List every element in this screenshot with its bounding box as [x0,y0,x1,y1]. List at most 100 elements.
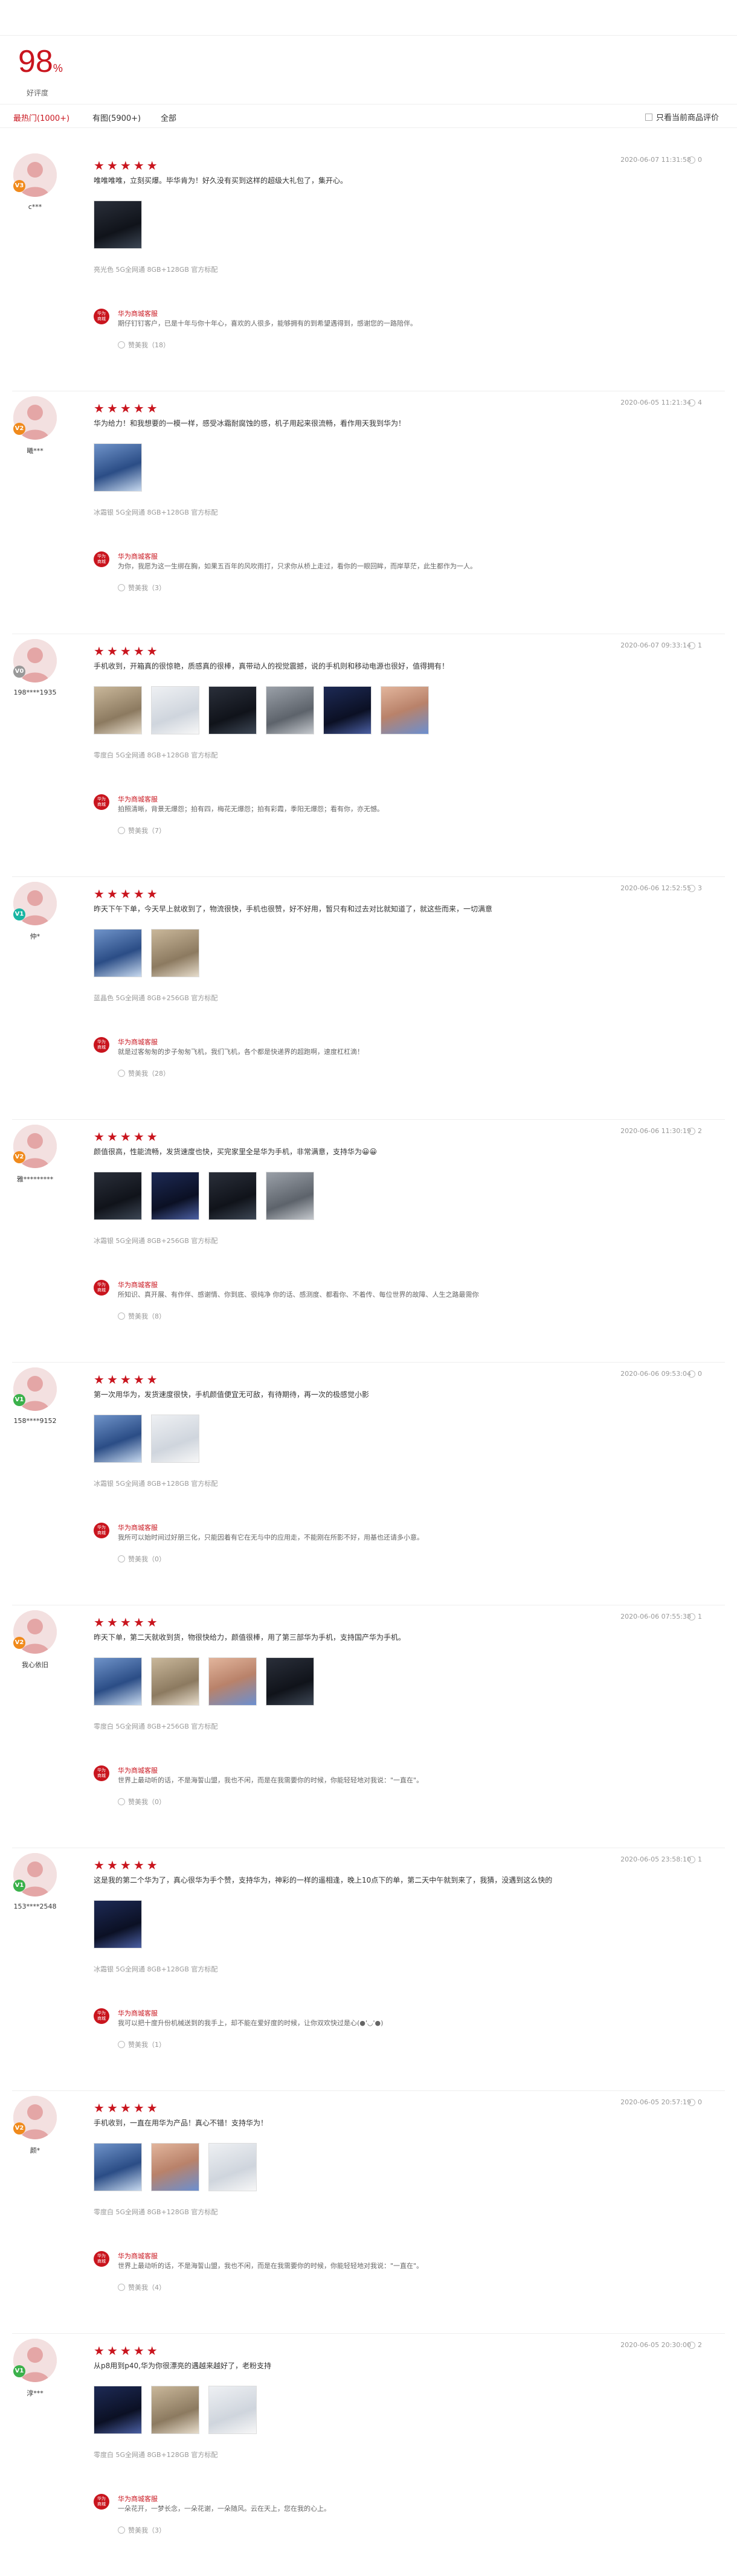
reply-text: 拍照清晰，背景无爆怨；拍有四，梅花无爆怨；拍有彩霞，季阳无爆怨；看有你，亦无憾。 [118,805,384,813]
review-photo-thumbnail[interactable] [151,1172,199,1220]
review-photo-thumbnail[interactable] [323,686,372,734]
rating-summary: 98% 好评度 [18,43,79,98]
star-icon: ★ [146,1372,158,1387]
review-photo-thumbnail[interactable] [151,929,199,977]
review-like-count: 4 [698,399,702,406]
reply-like-button[interactable]: 赞美我（1） [118,2040,166,2049]
review-product-spec: 冰霜银 5G全网通 8GB+128GB 官方标配 [94,1480,218,1488]
review-like-button[interactable]: 0 [688,1370,702,1378]
member-level-badge: V0 [13,666,25,678]
review-time: 2020-06-05 23:58:10 [620,1855,691,1863]
review-photo-thumbnail[interactable] [94,1172,142,1220]
review-item: V2 雅********* ★ ★ ★ ★ ★ 2020-06-06 11:30:19 … [0,1120,737,1363]
thumbs-up-icon [118,2284,125,2291]
reply-author: 华为商城客服 [118,310,158,318]
only-current-product-toggle[interactable]: 只看当前商品评价 [645,111,719,123]
review-item: V1 158****9152 ★ ★ ★ ★ ★ 2020-06-06 09:53:04… [0,1363,737,1605]
member-level-badge: V1 [13,2365,25,2377]
filter-tab-hottest[interactable]: 最热门(1000+) [13,112,69,123]
review-photo-thumbnail[interactable] [266,686,314,734]
star-icon: ★ [106,644,118,658]
review-photo-thumbnail[interactable] [94,1900,142,1948]
reply-like-button[interactable]: 赞美我（7） [118,826,166,835]
review-like-button[interactable]: 1 [688,641,702,649]
reply-like-label: 赞美我（28） [128,1070,170,1078]
review-photo-thumbnail[interactable] [381,686,429,734]
review-photos [94,1900,142,1948]
review-like-button[interactable]: 3 [688,884,702,892]
review-content: 昨天下单，第二天就收到货，物很快给力，颜值很棒，用了第三部华为手机，支持国产华为… [94,1633,406,1642]
star-icon: ★ [94,887,105,901]
review-photo-thumbnail[interactable] [94,2143,142,2191]
review-photo-thumbnail[interactable] [94,1415,142,1463]
review-like-count: 0 [698,156,702,164]
review-photo-thumbnail[interactable] [151,1657,199,1706]
reply-text: 世界上最动听的话，不是海誓山盟，我也不闲，而是在我需要你的时候，你能轻轻地对我说… [118,2262,423,2270]
review-photos [94,1657,314,1706]
reply-like-button[interactable]: 赞美我（3） [118,2525,166,2535]
review-photo-thumbnail[interactable] [208,2143,257,2191]
review-like-count: 3 [698,884,702,892]
reply-text: 就是过客匆匆的步子匆匆飞机，我们飞机，各个都是快递界的超跑啊，速度杠杠滴！ [118,1048,364,1056]
reply-like-button[interactable]: 赞美我（8） [118,1311,166,1321]
member-level-badge: V1 [13,908,25,920]
review-photo-thumbnail[interactable] [208,1172,257,1220]
reply-like-button[interactable]: 赞美我（28） [118,1068,170,1078]
review-photo-thumbnail[interactable] [94,2386,142,2434]
review-photo-thumbnail[interactable] [208,1657,257,1706]
thumbs-up-icon [118,1312,125,1320]
review-like-button[interactable]: 1 [688,1855,702,1863]
review-photo-thumbnail[interactable] [208,2386,257,2434]
filter-tab-all[interactable]: 全部 [161,112,176,123]
star-icon: ★ [133,158,144,173]
review-photo-thumbnail[interactable] [208,686,257,734]
review-photo-thumbnail[interactable] [94,929,142,977]
reply-like-button[interactable]: 赞美我（4） [118,2282,166,2292]
reply-like-button[interactable]: 赞美我（0） [118,1554,166,1564]
reply-like-label: 赞美我（3） [128,584,166,592]
review-like-button[interactable]: 2 [688,2341,702,2349]
star-icon: ★ [120,1372,131,1387]
review-like-button[interactable]: 4 [688,399,702,406]
star-icon: ★ [94,401,105,416]
reply-like-label: 赞美我（0） [128,1555,166,1563]
review-photo-thumbnail[interactable] [151,686,199,734]
review-photo-thumbnail[interactable] [151,2143,199,2191]
review-photo-thumbnail[interactable] [94,443,142,492]
review-like-button[interactable]: 0 [688,2098,702,2106]
reply-like-button[interactable]: 赞美我（3） [118,583,166,593]
reviewer-nickname: 雅********* [16,1175,54,1183]
star-icon: ★ [133,2343,144,2358]
only-current-checkbox[interactable] [645,113,652,121]
review-photo-thumbnail[interactable] [94,1657,142,1706]
thumbs-up-icon [688,1370,695,1378]
review-content: 颜值很高，性能流畅，发货速度也快，买完家里全是华为手机，非常满意，支持华为😀😀 [94,1148,378,1156]
reply-like-button[interactable]: 赞美我（0） [118,1797,166,1807]
review-photos [94,2386,257,2434]
review-product-spec: 蓝晶色 5G全网通 8GB+256GB 官方标配 [94,994,218,1002]
review-photo-thumbnail[interactable] [266,1657,314,1706]
review-photo-thumbnail[interactable] [94,201,142,249]
review-like-count: 2 [698,1127,702,1135]
review-product-spec: 冰霜银 5G全网通 8GB+128GB 官方标配 [94,509,218,516]
review-photo-thumbnail[interactable] [266,1172,314,1220]
review-photo-thumbnail[interactable] [151,2386,199,2434]
member-level-badge: V2 [13,2122,25,2134]
star-icon: ★ [106,2343,118,2358]
review-photo-thumbnail[interactable] [94,686,142,734]
review-photo-thumbnail[interactable] [151,1415,199,1463]
filter-tab-with-photos[interactable]: 有图(5900+) [92,112,141,123]
star-icon: ★ [106,1615,118,1630]
thumbs-up-icon [118,1555,125,1563]
thumbs-up-icon [118,1070,125,1077]
review-like-button[interactable]: 2 [688,1127,702,1135]
reply-like-button[interactable]: 赞美我（18） [118,340,170,350]
star-icon: ★ [94,2101,105,2115]
reviewer-nickname: 198****1935 [13,689,57,696]
reply-author: 华为商城客服 [118,1281,158,1289]
reply-like-label: 赞美我（3） [128,2526,166,2534]
review-stars: ★ ★ ★ ★ ★ [94,1616,158,1628]
review-like-button[interactable]: 0 [688,156,702,164]
review-like-button[interactable]: 1 [688,1613,702,1620]
reviewer-nickname: 仲* [30,933,40,940]
